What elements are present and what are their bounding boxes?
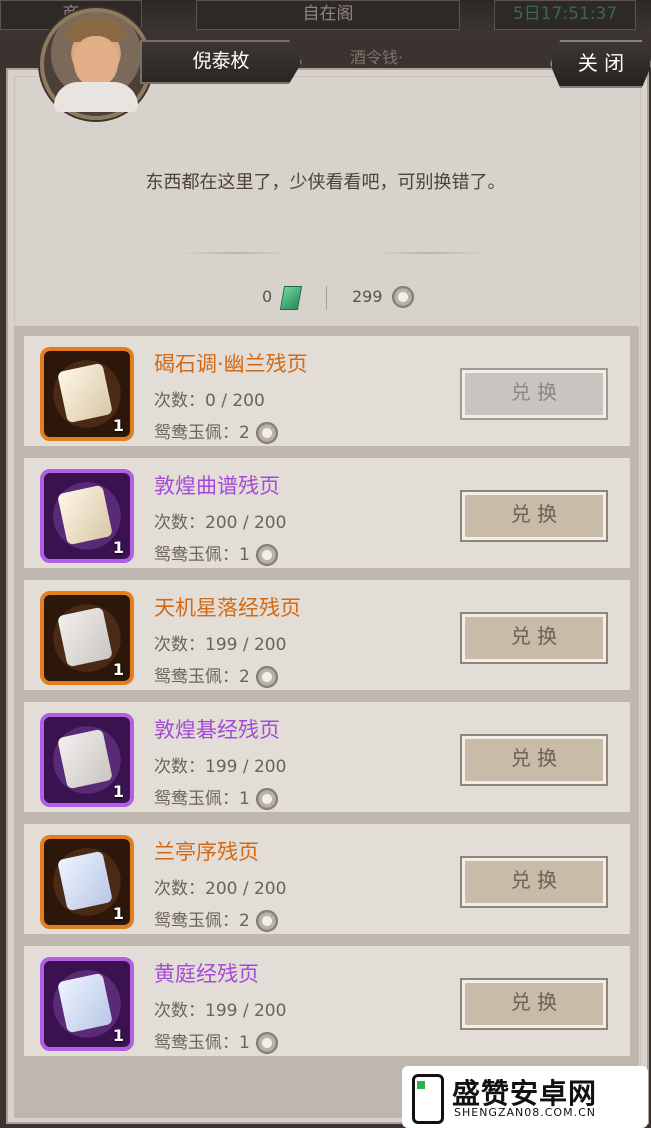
exchange-button[interactable]: 兑 换 [460, 490, 608, 542]
item-count: 次数：200 / 200 [154, 513, 287, 533]
coin-icon [255, 544, 278, 566]
item-icon-slot[interactable]: 1 [40, 957, 134, 1051]
coin-icon [255, 422, 278, 444]
scroll-icon [57, 484, 113, 546]
item-quantity: 1 [112, 1026, 124, 1045]
list-item: 1 碣石调·幽兰残页 次数：0 / 200 鸳鸯玉佩：2 兑 换 [24, 336, 630, 446]
location-title: 自在阁 [196, 0, 460, 30]
item-count: 次数：0 / 200 [154, 391, 265, 411]
divider-left [180, 252, 290, 254]
coin-icon [255, 1032, 278, 1054]
coin-amount: 299 [352, 287, 383, 306]
item-cost: 鸳鸯玉佩：2 [154, 662, 278, 688]
item-quantity: 1 [112, 782, 124, 801]
phone-icon [412, 1074, 444, 1124]
item-count: 次数：199 / 200 [154, 1001, 287, 1021]
exchange-button[interactable]: 兑 换 [460, 734, 608, 786]
exchange-button[interactable]: 兑 换 [460, 612, 608, 664]
scroll-icon [57, 606, 113, 668]
list-item: 1 敦煌碁经残页 次数：199 / 200 鸳鸯玉佩：1 兑 换 [24, 702, 630, 812]
item-cost: 鸳鸯玉佩：1 [154, 540, 278, 566]
item-icon-slot[interactable]: 1 [40, 347, 134, 441]
coin-icon [255, 910, 278, 932]
scroll-icon [57, 362, 113, 424]
npc-name: 倪泰枚 [140, 40, 302, 84]
jade-amount: 0 [262, 287, 273, 306]
watermark-subtitle: SHENGZAN08.COM.CN [454, 1106, 596, 1119]
item-name: 兰亭序残页 [154, 840, 259, 864]
item-quantity: 1 [112, 904, 124, 923]
background-label: 酒令钱· [350, 48, 404, 67]
time-display: 5日17:51:37 [494, 0, 636, 30]
exchange-button[interactable]: 兑 换 [460, 368, 608, 420]
list-item: 1 兰亭序残页 次数：200 / 200 鸳鸯玉佩：2 兑 换 [24, 824, 630, 934]
face-shape [74, 36, 118, 86]
item-cost: 鸳鸯玉佩：2 [154, 906, 278, 932]
scroll-icon [57, 850, 113, 912]
coin-icon [255, 666, 278, 688]
fur-collar-shape [54, 82, 138, 112]
item-quantity: 1 [112, 416, 124, 435]
scroll-icon [57, 972, 113, 1034]
npc-avatar [40, 8, 152, 120]
item-quantity: 1 [112, 538, 124, 557]
item-name: 天机星落经残页 [154, 596, 301, 620]
item-name: 碣石调·幽兰残页 [154, 352, 308, 376]
list-item: 1 敦煌曲谱残页 次数：200 / 200 鸳鸯玉佩：1 兑 换 [24, 458, 630, 568]
item-icon-slot[interactable]: 1 [40, 469, 134, 563]
item-name: 敦煌碁经残页 [154, 718, 280, 742]
item-icon-slot[interactable]: 1 [40, 591, 134, 685]
exchange-button[interactable]: 兑 换 [460, 856, 608, 908]
watermark: 盛赞安卓网 SHENGZAN08.COM.CN [402, 1066, 648, 1128]
npc-dialog: 东西都在这里了，少侠看看吧，可别换错了。 [145, 172, 506, 193]
coin-icon [255, 788, 278, 810]
item-icon-slot[interactable]: 1 [40, 835, 134, 929]
item-cost: 鸳鸯玉佩：1 [154, 784, 278, 810]
item-count: 次数：199 / 200 [154, 757, 287, 777]
item-name: 黄庭经残页 [154, 962, 259, 986]
scroll-icon [57, 728, 113, 790]
item-cost: 鸳鸯玉佩：1 [154, 1028, 278, 1054]
close-button[interactable]: 关 闭 [550, 40, 651, 88]
list-item: 1 黄庭经残页 次数：199 / 200 鸳鸯玉佩：1 兑 换 [24, 946, 630, 1056]
item-icon-slot[interactable]: 1 [40, 713, 134, 807]
exchange-button[interactable]: 兑 换 [460, 978, 608, 1030]
item-name: 敦煌曲谱残页 [154, 474, 280, 498]
item-count: 次数：200 / 200 [154, 879, 287, 899]
item-count: 次数：199 / 200 [154, 635, 287, 655]
item-quantity: 1 [112, 660, 124, 679]
currency-separator [326, 286, 327, 310]
divider-right [375, 252, 485, 254]
list-item: 1 天机星落经残页 次数：199 / 200 鸳鸯玉佩：2 兑 换 [24, 580, 630, 690]
coin-icon [392, 286, 414, 308]
item-list: 1 碣石调·幽兰残页 次数：0 / 200 鸳鸯玉佩：2 兑 换 1 敦煌曲谱残… [14, 326, 639, 1118]
item-cost: 鸳鸯玉佩：2 [154, 418, 278, 444]
